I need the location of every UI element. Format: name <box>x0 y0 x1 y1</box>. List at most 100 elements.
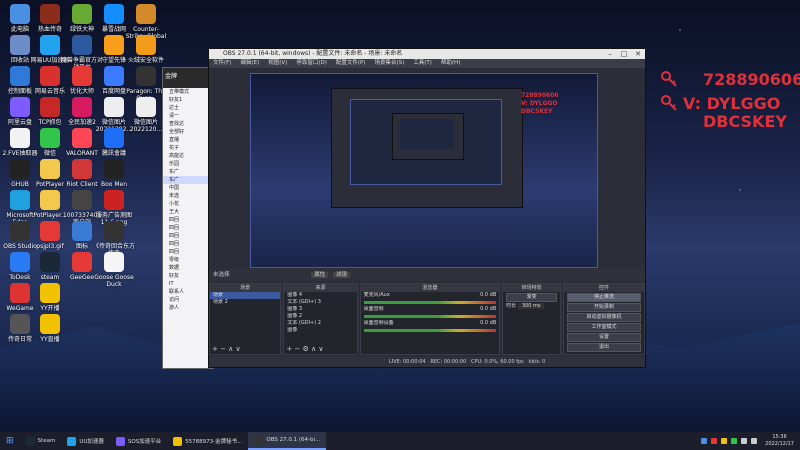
qq-list-item[interactable]: 零级 <box>163 256 213 264</box>
key-icon <box>661 95 677 111</box>
qq-list-item[interactable]: 东广 <box>163 168 213 176</box>
qq-list-item[interactable]: 好友1 <box>163 96 213 104</box>
control-button[interactable]: 退出 <box>566 343 641 352</box>
desktop-icon[interactable]: 火绒安全软件 <box>124 35 168 64</box>
qq-list-item[interactable]: 联系人 <box>163 288 213 296</box>
control-button[interactable]: 启动虚拟摄像机 <box>566 313 641 322</box>
tray-icon[interactable] <box>701 438 708 444</box>
app-icon <box>40 314 60 334</box>
qq-list-item[interactable]: 四回 <box>163 216 213 224</box>
start-button[interactable]: ⊞ <box>0 432 20 450</box>
qq-list-item[interactable]: 五带模式 <box>163 88 213 96</box>
qq-list-item[interactable]: 好友 <box>163 272 213 280</box>
taskbar-item[interactable]: UU加速器 <box>61 432 110 450</box>
obs-titlebar[interactable]: OBS 27.0.1 (64-bit, windows) - 配置文件: 未命名… <box>209 49 645 59</box>
maximize-icon[interactable]: □ <box>617 49 631 59</box>
menu-item[interactable]: 场景集合(S) <box>374 60 404 66</box>
mixer-dock: 混音器 麦克风/Aux 0.0 dB 桌面音频 0.0 dB 桌面音频设备 0.0 dB <box>359 283 501 355</box>
source-item[interactable]: 文本 (GDI+) 2 <box>284 320 356 327</box>
qq-list-item[interactable]: 乐园 <box>163 160 213 168</box>
qq-list-item[interactable]: 四回 <box>163 248 213 256</box>
app-icon <box>10 221 30 241</box>
minimize-icon[interactable]: – <box>603 49 617 59</box>
qq-list-item[interactable]: 达士 <box>163 104 213 112</box>
app-icon <box>40 283 60 303</box>
qq-list-item[interactable]: 高能达 <box>163 152 213 160</box>
menu-item[interactable]: 文件(F) <box>213 60 231 66</box>
close-icon[interactable]: ✕ <box>631 49 645 59</box>
scene-item[interactable]: 场景 2 <box>210 299 280 306</box>
qq-list-item[interactable]: 请一 <box>163 112 213 120</box>
control-button[interactable]: 开始录制 <box>566 303 641 312</box>
app-icon <box>10 97 30 117</box>
taskbar-item[interactable]: Steam <box>20 432 62 450</box>
transitions-dock-title: 转场特效 <box>503 284 560 292</box>
mixer-channel: 桌面音频设备 0.0 dB <box>361 320 500 332</box>
menu-item[interactable]: 工具(T) <box>413 60 432 66</box>
app-icon <box>104 66 124 86</box>
menu-item[interactable]: 配置文件(P) <box>336 60 366 66</box>
volume-icon[interactable] <box>741 438 748 444</box>
clock[interactable]: 15:36 2022/12/17 <box>765 434 794 448</box>
qq-list-item[interactable]: 中国 <box>163 184 213 192</box>
qq-list-item[interactable]: IT <box>163 280 213 288</box>
desktop-icon[interactable]: Goose Goose Duck <box>92 252 136 288</box>
source-item[interactable]: 图像 4 <box>284 292 356 299</box>
taskbar-item-label: Steam <box>37 438 56 444</box>
source-item[interactable]: 图像 3 <box>284 306 356 313</box>
filters-button[interactable]: 滤镜 <box>333 272 351 278</box>
obs-preview[interactable]: 728890606 V: DYLGGO DBCSKEY <box>250 73 598 268</box>
wechat-tray-icon[interactable] <box>731 438 738 444</box>
control-button[interactable]: 停止推流 <box>566 293 641 302</box>
menu-item[interactable]: 编辑(E) <box>240 60 259 66</box>
qq-list-item[interactable]: 王大 <box>163 208 213 216</box>
taskbar-item[interactable]: SOS加速平台 <box>110 432 167 450</box>
app-icon <box>104 159 124 179</box>
qq-list-item[interactable]: 四回 <box>163 232 213 240</box>
desktop-icon[interactable]: Boo Men <box>92 159 136 188</box>
volume-meter[interactable] <box>363 315 497 318</box>
taskbar-item[interactable]: OBS 27.0.1 (64-bi... <box>248 432 327 450</box>
qq-list-item[interactable]: 访问 <box>163 296 213 304</box>
scene-item[interactable]: 场景 <box>210 292 281 299</box>
desktop-icon[interactable]: YY开播 <box>28 283 72 312</box>
menu-item[interactable]: 帮助(H) <box>441 60 460 66</box>
taskbar-item[interactable]: 55788973-金牌秘书... <box>167 432 248 450</box>
source-item[interactable]: 文本 (GDI+) 3 <box>284 299 356 306</box>
system-tray: 15:36 2022/12/17 <box>699 434 800 448</box>
qq-header[interactable]: 金牌 <box>163 68 213 88</box>
tray-icon[interactable] <box>711 438 718 444</box>
qq-list-item[interactable]: 直播 <box>163 136 213 144</box>
qq-list-item[interactable]: 查找达 <box>163 120 213 128</box>
transition-select[interactable]: 渐变 <box>506 293 557 302</box>
control-button[interactable]: 工作室模式 <box>566 323 641 332</box>
qq-list-item[interactable]: 小花 <box>163 200 213 208</box>
control-button[interactable]: 设置 <box>566 333 641 342</box>
scenes-tools[interactable]: + − ∧ ∨ <box>212 345 241 353</box>
qq-list-item[interactable]: 四回 <box>163 224 213 232</box>
qq-list-item[interactable]: 四回 <box>163 240 213 248</box>
network-icon[interactable] <box>751 438 758 444</box>
overlay-line2: DBCSKEY <box>703 112 787 131</box>
app-icon <box>115 436 125 446</box>
sources-tools[interactable]: + − ⚙ ∧ ∨ <box>286 345 323 353</box>
menu-item[interactable]: 视图(V) <box>268 60 287 66</box>
properties-button[interactable]: 属性 <box>311 272 329 278</box>
qq-list-item[interactable]: 游人 <box>163 304 213 312</box>
qq-list-item[interactable]: 全部好 <box>163 128 213 136</box>
desktop-icon[interactable]: YY直播 <box>28 314 72 343</box>
app-icon <box>136 97 156 117</box>
obs-window[interactable]: OBS 27.0.1 (64-bit, windows) - 配置文件: 未命名… <box>208 48 646 368</box>
app-icon <box>104 128 124 148</box>
tray-icon[interactable] <box>721 438 728 444</box>
volume-meter[interactable] <box>363 329 497 332</box>
source-item[interactable]: 图像 <box>284 327 356 334</box>
menu-item[interactable]: 停靠窗口(D) <box>296 60 327 66</box>
qq-list-item[interactable]: 未选 <box>163 192 213 200</box>
duration-input[interactable]: 300 ms <box>517 303 545 309</box>
qq-list-item[interactable]: 数据 <box>163 264 213 272</box>
source-item[interactable]: 图像 2 <box>284 313 356 320</box>
qq-list-item[interactable]: 东广 <box>163 176 213 184</box>
qq-list-item[interactable]: 花子 <box>163 144 213 152</box>
volume-meter[interactable] <box>363 301 497 304</box>
